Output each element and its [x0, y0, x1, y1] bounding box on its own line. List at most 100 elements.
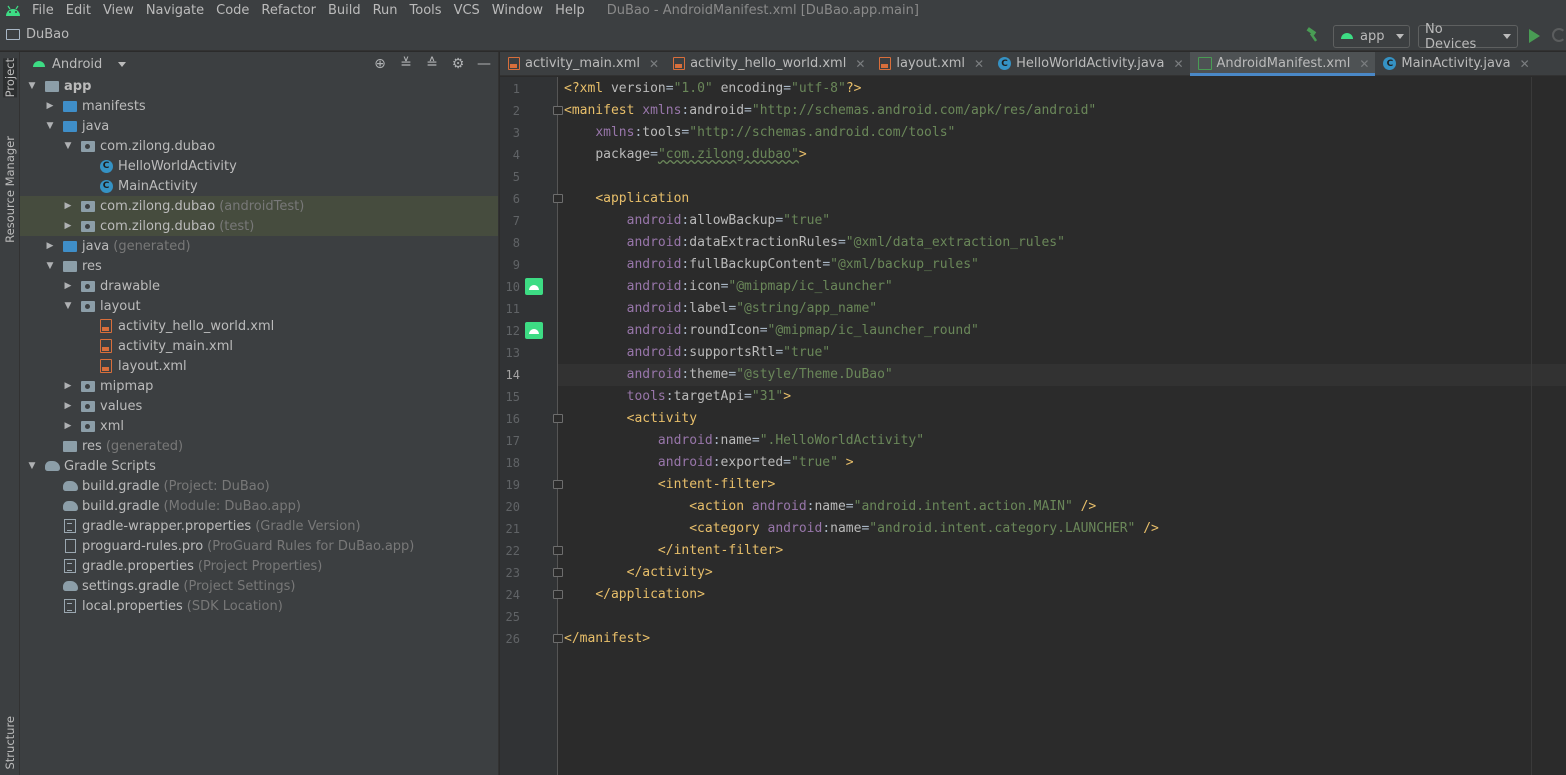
close-icon[interactable]: ✕: [1173, 57, 1183, 71]
tree-item-build-gradle-module[interactable]: build.gradle (Module: DuBao.app): [20, 496, 498, 516]
code-line[interactable]: android:icon="@mipmap/ic_launcher": [564, 276, 893, 298]
breadcrumb-project[interactable]: DuBao: [26, 27, 69, 42]
tab-activity-hello-world-xml[interactable]: activity_hello_world.xml ✕: [665, 52, 871, 75]
code-line[interactable]: <intent-filter>: [564, 474, 775, 496]
code-line[interactable]: <application: [564, 188, 689, 210]
close-icon[interactable]: ✕: [649, 57, 659, 71]
expand-all-icon[interactable]: ≚: [398, 56, 414, 72]
code-line[interactable]: </intent-filter>: [564, 540, 783, 562]
code-line[interactable]: tools:targetApi="31">: [564, 386, 791, 408]
tree-item-mipmap[interactable]: ▶ mipmap: [20, 376, 498, 396]
close-icon[interactable]: ✕: [1359, 57, 1369, 71]
menu-view[interactable]: View: [97, 0, 140, 21]
tree-item-package-test[interactable]: ▶ com.zilong.dubao (test): [20, 216, 498, 236]
menu-file[interactable]: File: [26, 0, 60, 21]
fold-marker-icon[interactable]: [553, 194, 563, 203]
tab-mainactivity-java[interactable]: C MainActivity.java ✕: [1375, 52, 1535, 75]
tree-item-local-properties[interactable]: local.properties (SDK Location): [20, 596, 498, 616]
launcher-icon-preview-icon[interactable]: [525, 278, 543, 295]
menu-window[interactable]: Window: [486, 0, 549, 21]
chevron-down-icon[interactable]: ▼: [44, 260, 56, 272]
code-line[interactable]: <action android:name="android.intent.act…: [564, 496, 1096, 518]
menu-help[interactable]: Help: [549, 0, 591, 21]
code-line[interactable]: <category android:name="android.intent.c…: [564, 518, 1159, 540]
code-line[interactable]: <manifest xmlns:android="http://schemas.…: [564, 100, 1096, 122]
menu-refactor[interactable]: Refactor: [255, 0, 322, 21]
apply-changes-icon[interactable]: [1552, 28, 1566, 42]
tree-item-gradle-scripts[interactable]: ▼ Gradle Scripts: [20, 456, 498, 476]
tab-androidmanifest-xml[interactable]: AndroidManifest.xml ✕: [1189, 52, 1376, 76]
fold-marker-icon[interactable]: [553, 634, 563, 643]
fold-marker-icon[interactable]: [553, 590, 563, 599]
code-editor[interactable]: 1 2 3 4 5 6 7 8 9 10 11 12 13 14 15 16 17 18 19 20 21 22 23 24 2…: [500, 77, 1566, 775]
close-icon[interactable]: ✕: [855, 57, 865, 71]
code-line[interactable]: android:name=".HelloWorldActivity": [564, 430, 924, 452]
menu-code[interactable]: Code: [210, 0, 255, 21]
code-line[interactable]: android:allowBackup="true": [564, 210, 831, 232]
tree-item-build-gradle-project[interactable]: build.gradle (Project: DuBao): [20, 476, 498, 496]
locate-target-icon[interactable]: ⊕: [372, 56, 388, 72]
tree-item-layout[interactable]: ▼ layout: [20, 296, 498, 316]
tree-item-values[interactable]: ▶ values: [20, 396, 498, 416]
tree-item-res[interactable]: ▼ res: [20, 256, 498, 276]
tab-activity-main-xml[interactable]: activity_main.xml ✕: [500, 52, 665, 75]
chevron-right-icon[interactable]: ▶: [62, 380, 74, 392]
tree-item-java-generated[interactable]: ▶ java (generated): [20, 236, 498, 256]
chevron-down-icon[interactable]: ▼: [62, 140, 74, 152]
collapse-all-icon[interactable]: ≙: [424, 56, 440, 72]
chevron-right-icon[interactable]: ▶: [44, 100, 56, 112]
close-icon[interactable]: ✕: [1520, 57, 1530, 71]
chevron-right-icon[interactable]: ▶: [62, 420, 74, 432]
chevron-right-icon[interactable]: ▶: [62, 400, 74, 412]
tab-helloworldactivity-java[interactable]: C HelloWorldActivity.java ✕: [990, 52, 1189, 75]
code-line[interactable]: android:roundIcon="@mipmap/ic_launcher_r…: [564, 320, 979, 342]
tree-item-xml[interactable]: ▶ xml: [20, 416, 498, 436]
code-line[interactable]: </manifest>: [564, 628, 650, 650]
tree-item-app[interactable]: ▼ app: [20, 76, 498, 96]
menu-vcs[interactable]: VCS: [448, 0, 486, 21]
make-project-hammer-icon[interactable]: [1305, 27, 1321, 47]
code-line[interactable]: android:supportsRtl="true": [564, 342, 831, 364]
chevron-down-icon[interactable]: ▼: [62, 300, 74, 312]
tool-tab-project[interactable]: Project: [3, 58, 17, 98]
hide-panel-icon[interactable]: —: [476, 56, 492, 72]
code-line[interactable]: android:theme="@style/Theme.DuBao": [564, 364, 893, 386]
fold-marker-icon[interactable]: [553, 546, 563, 555]
menu-build[interactable]: Build: [322, 0, 367, 21]
tool-tab-resource-manager[interactable]: Resource Manager: [3, 136, 17, 243]
code-line[interactable]: android:exported="true" >: [564, 452, 854, 474]
code-line[interactable]: xmlns:tools="http://schemas.android.com/…: [564, 122, 955, 144]
tree-item-layout-xml[interactable]: layout.xml: [20, 356, 498, 376]
run-play-icon[interactable]: [1529, 29, 1540, 43]
run-config-selector[interactable]: app: [1333, 25, 1410, 48]
tree-item-settings-gradle[interactable]: settings.gradle (Project Settings): [20, 576, 498, 596]
menu-navigate[interactable]: Navigate: [140, 0, 210, 21]
tree-item-helloworldactivity[interactable]: C HelloWorldActivity: [20, 156, 498, 176]
chevron-right-icon[interactable]: ▶: [62, 200, 74, 212]
code-line[interactable]: android:fullBackupContent="@xml/backup_r…: [564, 254, 979, 276]
code-line[interactable]: package="com.zilong.dubao">: [564, 144, 806, 166]
chevron-right-icon[interactable]: ▶: [62, 220, 74, 232]
chevron-right-icon[interactable]: ▶: [62, 280, 74, 292]
fold-marker-icon[interactable]: [553, 414, 563, 423]
menu-run[interactable]: Run: [367, 0, 404, 21]
project-view-selector[interactable]: Android: [32, 57, 127, 72]
tab-layout-xml[interactable]: layout.xml ✕: [871, 52, 990, 75]
tree-item-manifests[interactable]: ▶ manifests: [20, 96, 498, 116]
chevron-down-icon[interactable]: ▼: [44, 120, 56, 132]
tree-item-package[interactable]: ▼ com.zilong.dubao: [20, 136, 498, 156]
fold-marker-icon[interactable]: [553, 480, 563, 489]
code-line[interactable]: </application>: [564, 584, 705, 606]
breadcrumb[interactable]: DuBao: [6, 27, 69, 42]
chevron-down-icon[interactable]: ▼: [26, 80, 38, 92]
tree-item-mainactivity[interactable]: C MainActivity: [20, 176, 498, 196]
code-line[interactable]: android:label="@string/app_name": [564, 298, 877, 320]
gear-icon[interactable]: ⚙: [450, 56, 466, 72]
tree-item-activity-main-xml[interactable]: activity_main.xml: [20, 336, 498, 356]
tree-item-activity-hello-world-xml[interactable]: activity_hello_world.xml: [20, 316, 498, 336]
code-line[interactable]: <?xml version="1.0" encoding="utf-8"?>: [564, 78, 861, 100]
tree-item-res-generated[interactable]: res (generated): [20, 436, 498, 456]
menu-edit[interactable]: Edit: [60, 0, 97, 21]
fold-marker-icon[interactable]: [553, 106, 563, 115]
tool-tab-structure[interactable]: Structure: [3, 716, 17, 770]
